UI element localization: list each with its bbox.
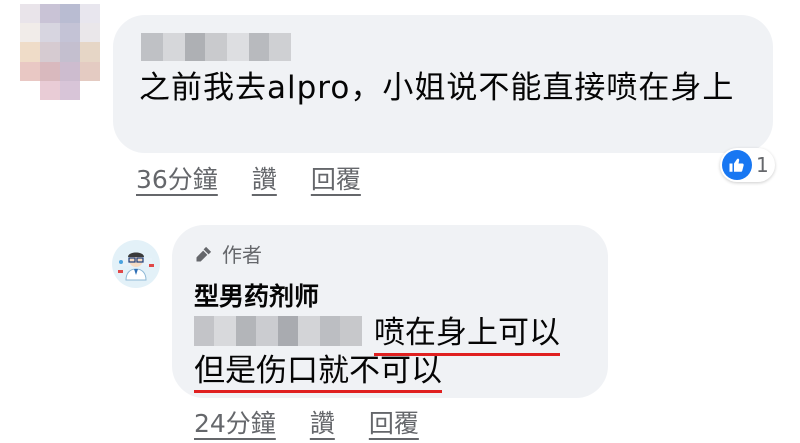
comment-timestamp[interactable]: 36分鐘 (136, 160, 218, 196)
author-badge-label: 作者 (222, 243, 262, 267)
reply-like-button[interactable]: 讚 (310, 404, 335, 440)
thumbs-up-icon (722, 150, 752, 180)
reply-line-2: 但是伤口就不可以 (194, 351, 442, 393)
reply-reply-button[interactable]: 回覆 (369, 404, 419, 440)
comment-reply-button[interactable]: 回覆 (311, 160, 361, 196)
reply-timestamp[interactable]: 24分鐘 (194, 404, 276, 440)
comment-actions: 36分鐘 讚 回覆 (136, 160, 395, 196)
comment-thread: 之前我去alpro，小姐说不能直接喷在身上 36分鐘 讚 回覆 1 作者 型男药… (0, 0, 800, 443)
author-avatar[interactable] (112, 240, 160, 288)
commenter-avatar[interactable] (20, 4, 100, 100)
reply-author-name[interactable]: 型男药剂师 (194, 277, 319, 313)
reply-line-1: 喷在身上可以 (194, 311, 560, 356)
reply-highlight-text: 喷在身上可以 (374, 307, 560, 356)
blurred-reply-text (194, 316, 362, 346)
comment-bubble: 之前我去alpro，小姐说不能直接喷在身上 (113, 15, 773, 153)
author-badge: 作者 (194, 239, 262, 268)
reaction-count: 1 (756, 153, 769, 177)
reply-actions: 24分鐘 讚 回覆 (194, 404, 453, 440)
comment-like-button[interactable]: 讚 (252, 160, 277, 196)
comment-text: 之前我去alpro，小姐说不能直接喷在身上 (139, 70, 735, 106)
blurred-commenter-name[interactable] (141, 33, 291, 61)
reply-bubble: 作者 型男药剂师 喷在身上可以 但是伤口就不可以 (172, 225, 608, 398)
reaction-summary[interactable]: 1 (720, 148, 775, 182)
microphone-icon (196, 246, 212, 261)
reply-highlight-text-2: 但是伤口就不可以 (194, 353, 442, 393)
